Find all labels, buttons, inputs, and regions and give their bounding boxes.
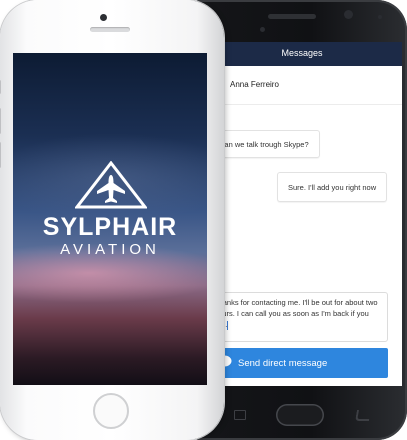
volume-up-button bbox=[0, 108, 1, 134]
header-title: Messages bbox=[281, 48, 323, 58]
outgoing-message-bubble: Sure. I'll add you right now bbox=[277, 172, 387, 202]
android-home-button[interactable] bbox=[276, 404, 324, 426]
incoming-message-bubble: Can we talk trough Skype? bbox=[212, 130, 320, 158]
android-speaker bbox=[268, 14, 316, 19]
compose-text: Thanks for contacting me. I'll be out fo… bbox=[214, 298, 378, 329]
volume-down-button bbox=[0, 142, 1, 168]
android-screen: Messages Anna Ferreiro Can we talk troug… bbox=[202, 42, 402, 386]
sensor-icon bbox=[378, 15, 382, 19]
front-camera-icon bbox=[100, 14, 107, 21]
contact-row[interactable]: Anna Ferreiro bbox=[202, 66, 402, 105]
proximity-sensor-icon bbox=[260, 27, 265, 32]
iphone: SYLPHAIR AVIATION bbox=[0, 0, 224, 440]
splash-screen: SYLPHAIR AVIATION bbox=[13, 53, 207, 385]
messages-header: Messages bbox=[202, 42, 402, 66]
message-compose-field[interactable]: Thanks for contacting me. I'll be out fo… bbox=[208, 292, 388, 342]
iphone-home-button[interactable] bbox=[93, 393, 129, 429]
brand-name: SYLPHAIR bbox=[42, 213, 178, 241]
recent-apps-icon[interactable] bbox=[234, 410, 246, 420]
iphone-speaker bbox=[90, 27, 130, 32]
brand-subtitle: AVIATION bbox=[60, 241, 160, 258]
back-icon[interactable] bbox=[355, 410, 371, 421]
front-camera-icon bbox=[344, 10, 353, 19]
airplane-logo-icon bbox=[75, 161, 147, 209]
contact-name: Anna Ferreiro bbox=[230, 80, 279, 89]
text-cursor bbox=[227, 320, 229, 330]
mute-switch bbox=[0, 80, 1, 94]
send-button-label: Send direct message bbox=[238, 358, 328, 369]
send-direct-message-button[interactable]: Send direct message bbox=[208, 348, 388, 378]
